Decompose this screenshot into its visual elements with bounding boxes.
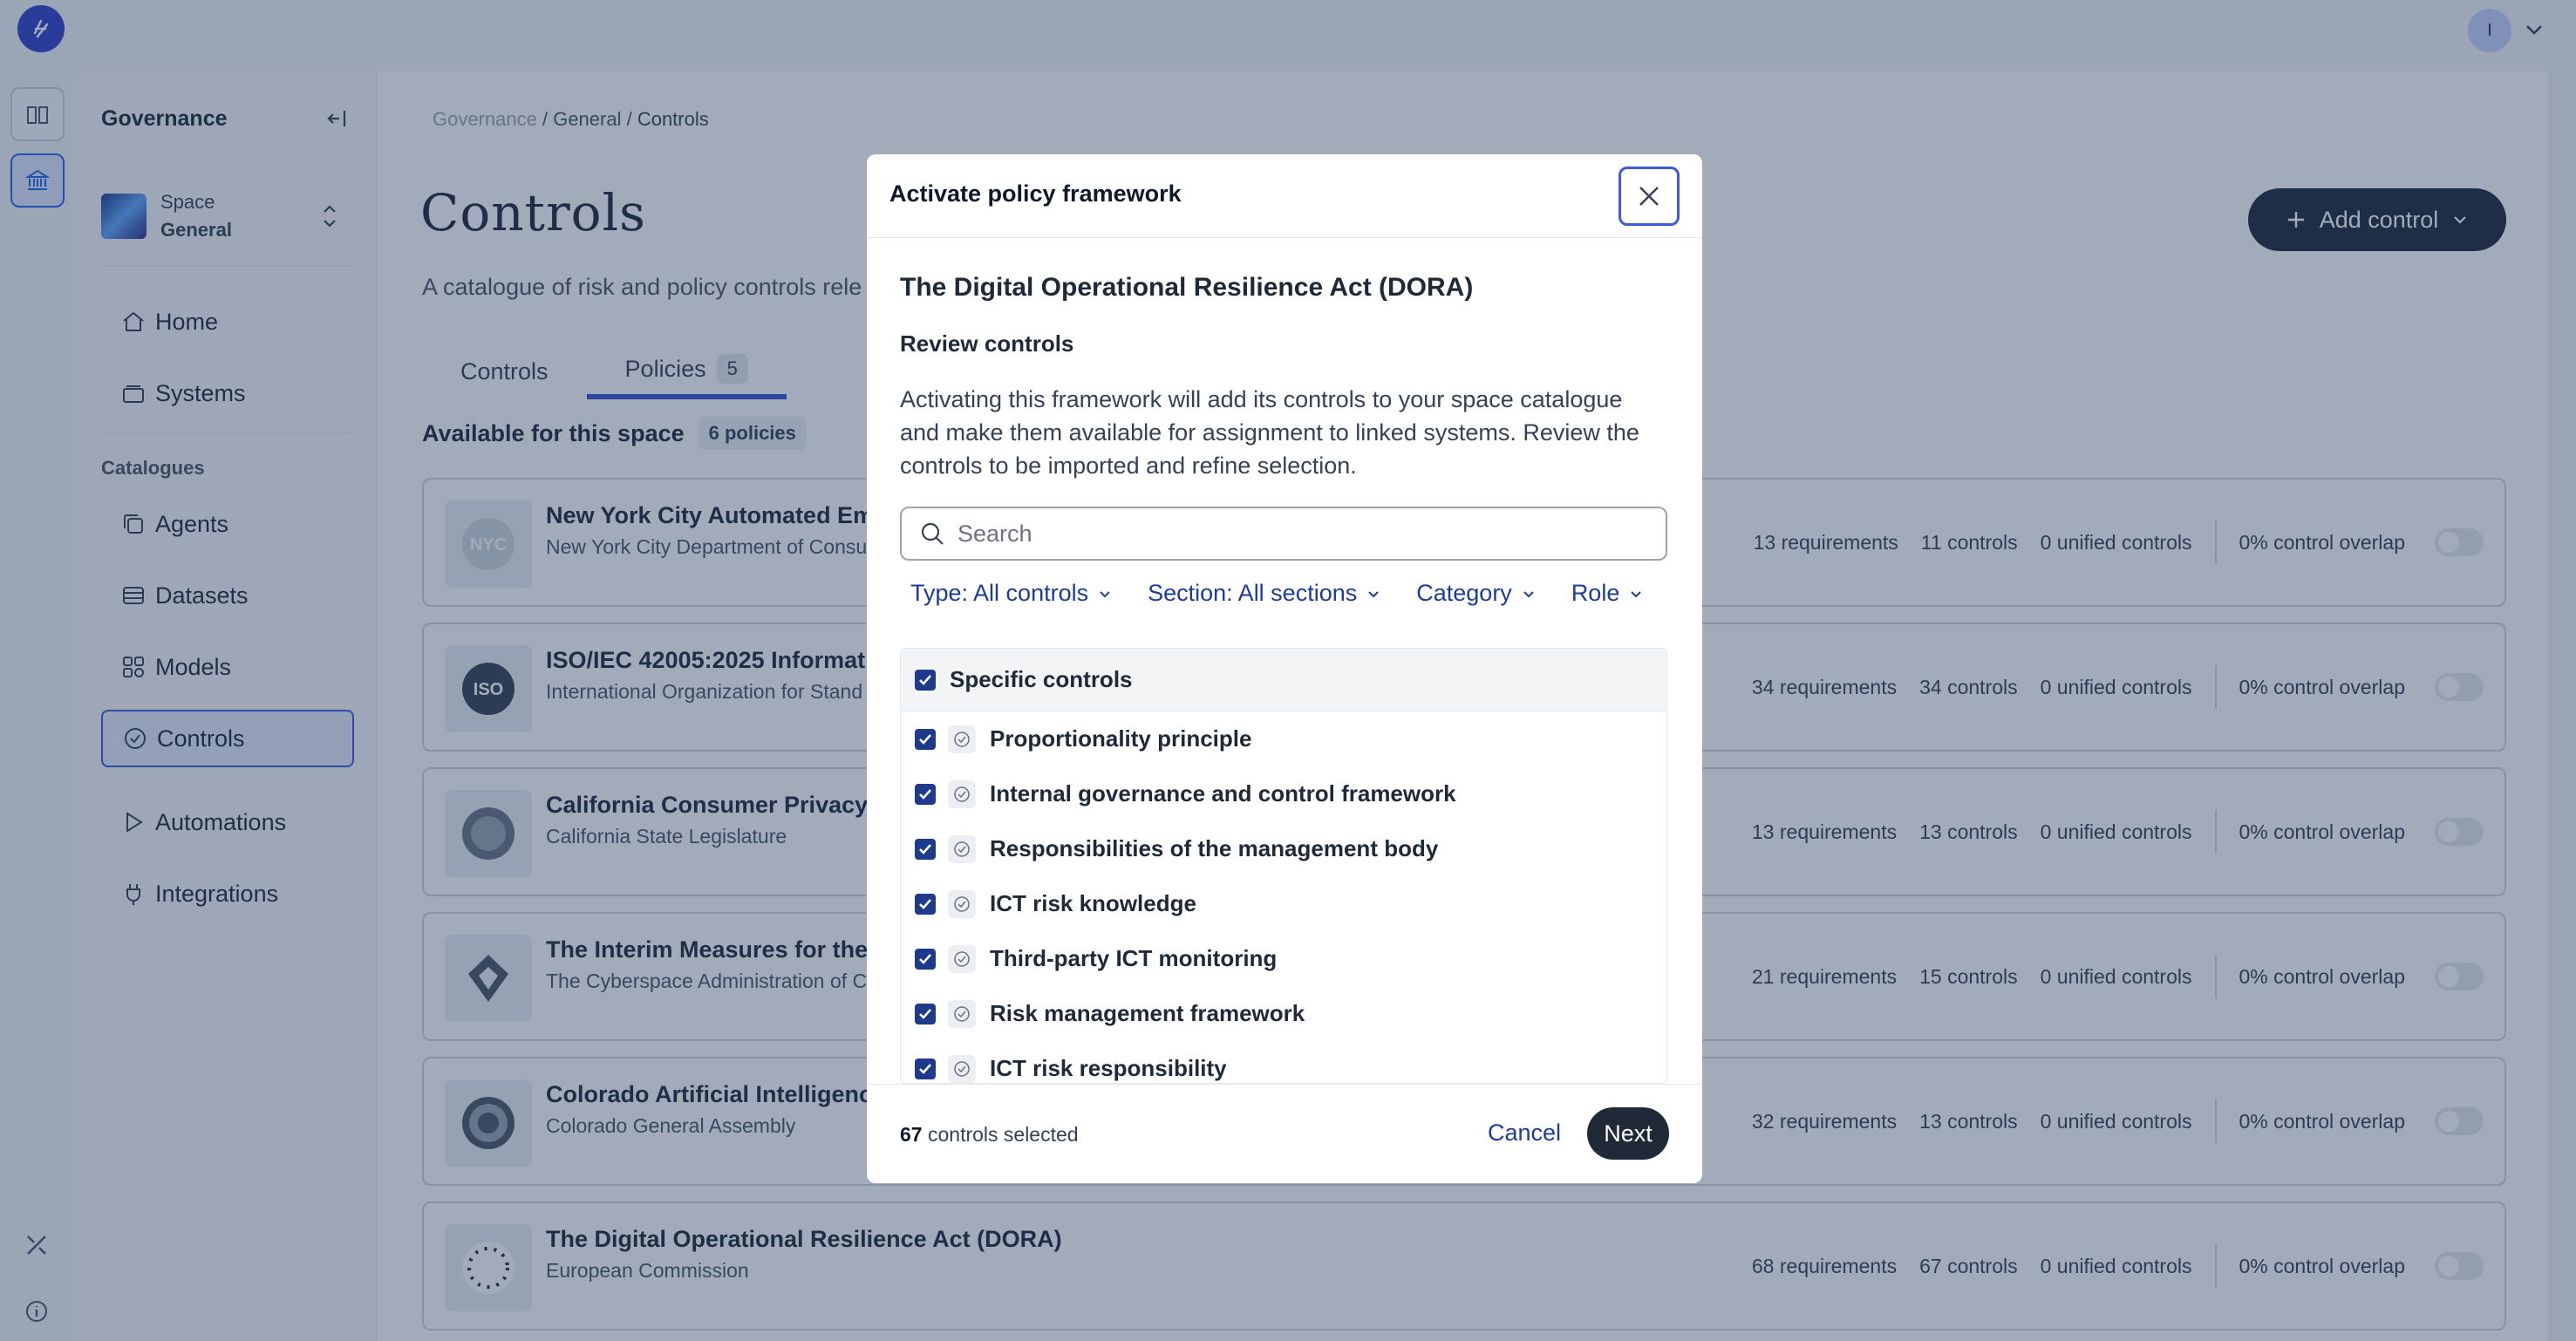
close-button[interactable]: [1619, 167, 1680, 226]
chevron-down-icon: [1631, 590, 1642, 597]
section-filter-dropdown[interactable]: Section: All sections: [1148, 580, 1383, 607]
dialog-header: Activate policy framework: [867, 154, 1702, 238]
cancel-button[interactable]: Cancel: [1488, 1120, 1561, 1147]
filter-label: Type: All controls: [910, 580, 1089, 606]
search-input[interactable]: [957, 520, 1638, 548]
filter-label: Role: [1571, 580, 1620, 606]
control-checkbox[interactable]: [915, 1003, 936, 1024]
control-status-icon: [948, 1054, 976, 1083]
control-label: ICT risk knowledge: [990, 890, 1196, 916]
search-icon: [921, 522, 944, 545]
select-all-checkbox[interactable]: [915, 669, 936, 691]
control-status-icon: [948, 834, 976, 863]
control-label: Proportionality principle: [990, 725, 1252, 752]
control-label: ICT risk responsibility: [990, 1055, 1227, 1081]
filter-label: Section: All sections: [1148, 580, 1358, 606]
control-row: Proportionality principle: [901, 711, 1666, 766]
group-header: Specific controls: [901, 649, 1666, 711]
control-status-icon: [948, 725, 976, 753]
control-row: Internal governance and control framewor…: [901, 766, 1666, 821]
control-row: ICT risk responsibility: [901, 1041, 1666, 1083]
dialog-title: Activate policy framework: [889, 180, 1182, 207]
dialog-footer: 67 controls selected Cancel Next: [867, 1084, 1702, 1183]
control-checkbox[interactable]: [915, 838, 936, 860]
control-checkbox[interactable]: [915, 948, 936, 970]
control-checkbox[interactable]: [915, 728, 936, 750]
control-status-icon: [948, 889, 976, 918]
filter-label: Category: [1416, 580, 1512, 606]
group-label: Specific controls: [950, 666, 1133, 692]
control-row: Third-party ICT monitoring: [901, 931, 1666, 986]
control-label: Risk management framework: [990, 1000, 1305, 1026]
chevron-down-icon: [1368, 590, 1379, 597]
selected-number: 67: [900, 1123, 923, 1146]
control-row: ICT risk knowledge: [901, 876, 1666, 931]
control-label: Responsibilities of the management body: [990, 835, 1439, 861]
next-button[interactable]: Next: [1587, 1107, 1669, 1160]
control-checkbox[interactable]: [915, 783, 936, 805]
control-status-icon: [948, 999, 976, 1028]
controls-list: Specific controls Proportionality princi…: [900, 648, 1667, 1084]
filter-bar: Type: All controls Section: All sections…: [910, 580, 1646, 607]
control-label: Third-party ICT monitoring: [990, 945, 1278, 971]
control-checkbox[interactable]: [915, 1058, 936, 1079]
chevron-down-icon: [1100, 590, 1110, 597]
control-row: Risk management framework: [901, 986, 1666, 1041]
selected-suffix: controls selected: [922, 1123, 1079, 1146]
control-checkbox[interactable]: [915, 893, 936, 915]
review-heading: Review controls: [900, 330, 1074, 357]
selected-count: 67 controls selected: [900, 1123, 1079, 1147]
dialog-description: Activating this framework will add its c…: [900, 386, 1639, 479]
category-filter-dropdown[interactable]: Category: [1416, 580, 1538, 607]
close-icon: [1639, 187, 1659, 206]
control-status-icon: [948, 944, 976, 973]
control-label: Internal governance and control framewor…: [990, 780, 1456, 807]
control-row: Responsibilities of the management body: [901, 821, 1666, 876]
activate-framework-dialog: Activate policy framework The Digital Op…: [867, 154, 1702, 1183]
framework-name: The Digital Operational Resilience Act (…: [900, 273, 1474, 302]
search-field[interactable]: [900, 507, 1667, 561]
control-status-icon: [948, 779, 976, 808]
role-filter-dropdown[interactable]: Role: [1571, 580, 1646, 607]
type-filter-dropdown[interactable]: Type: All controls: [910, 580, 1114, 607]
chevron-down-icon: [1523, 590, 1534, 597]
